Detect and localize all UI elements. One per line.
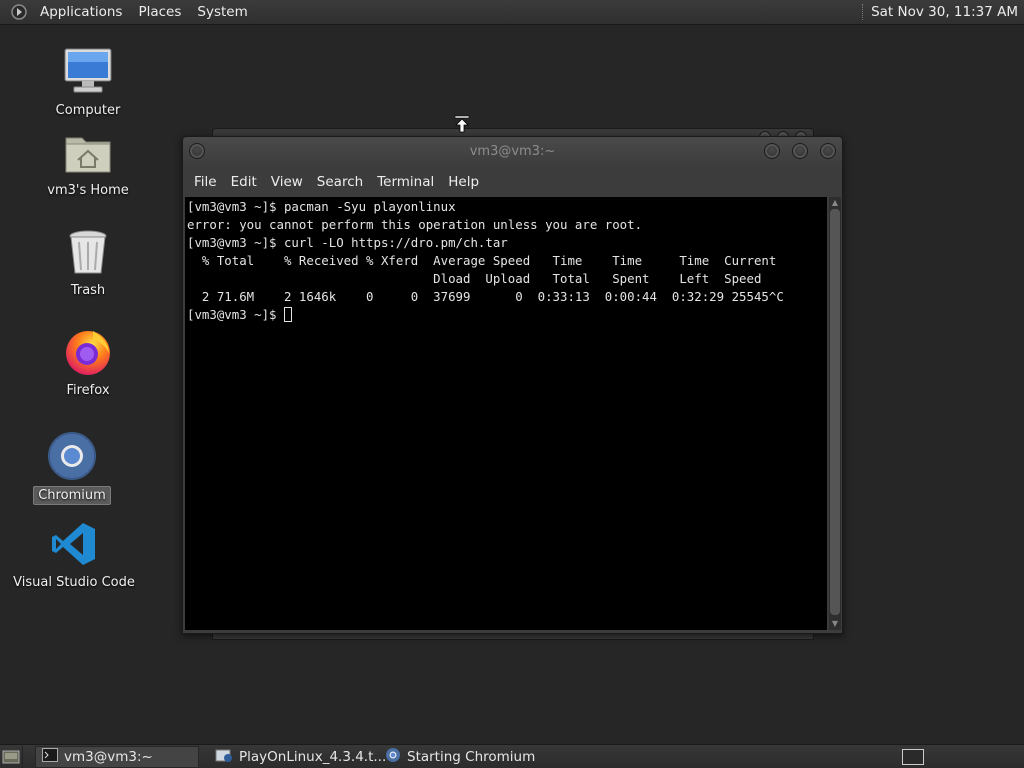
window-controls: [764, 143, 836, 159]
chromium-icon: [44, 428, 100, 484]
desktop-icon-firefox[interactable]: Firefox: [28, 324, 148, 399]
menu-view[interactable]: View: [264, 174, 310, 190]
taskbar-item-chromium[interactable]: Starting Chromium: [379, 746, 549, 768]
mouse-pointer-icon: [454, 115, 470, 137]
chromium-icon: [385, 747, 401, 767]
desktop-icon-label: vm3's Home: [47, 183, 129, 198]
taskbar-item-label: Starting Chromium: [407, 748, 536, 765]
trash-icon: [60, 224, 116, 280]
close-icon[interactable]: [820, 143, 836, 159]
clock-area: Sat Nov 30, 11:37 AM: [862, 4, 1024, 20]
terminal-output[interactable]: [vm3@vm3 ~]$ pacman -Syu playonlinux err…: [185, 197, 827, 630]
taskbar-item-playonlinux[interactable]: PlayOnLinux_4.3.4.t...: [209, 746, 386, 768]
places-menu[interactable]: Places: [130, 4, 189, 20]
system-menu[interactable]: System: [189, 4, 255, 20]
menu-search[interactable]: Search: [310, 174, 370, 190]
vscode-icon: [46, 516, 102, 572]
desktop-icon-trash[interactable]: Trash: [28, 224, 148, 299]
minimize-icon[interactable]: [764, 143, 780, 159]
top-panel: Applications Places System Sat Nov 30, 1…: [0, 0, 1024, 25]
window-title: vm3@vm3:~: [469, 144, 556, 159]
scroll-down-icon[interactable]: ▼: [830, 619, 840, 629]
scrollbar-thumb[interactable]: [830, 209, 840, 615]
desktop-icon-computer[interactable]: Computer: [28, 44, 148, 119]
desktop-icon-vscode[interactable]: Visual Studio Code: [13, 516, 135, 591]
desktop-icon-label: Chromium: [33, 486, 111, 505]
terminal-scrollbar[interactable]: ▲ ▼: [829, 197, 841, 630]
desktop-icon-chromium[interactable]: Chromium: [12, 428, 132, 505]
desktop-icon-home[interactable]: vm3's Home: [28, 124, 148, 199]
computer-icon: [60, 44, 116, 100]
text-cursor: [283, 307, 292, 322]
clock[interactable]: Sat Nov 30, 11:37 AM: [871, 4, 1018, 20]
terminal-line: [vm3@vm3 ~]$ pacman -Syu playonlinux: [187, 199, 456, 214]
terminal-prompt: [vm3@vm3 ~]$: [187, 307, 284, 322]
terminal-line: % Total % Received % Xferd Average Speed…: [187, 253, 777, 268]
terminal-line: Dload Upload Total Spent Left Speed: [187, 271, 762, 286]
scroll-up-icon[interactable]: ▲: [830, 198, 840, 208]
taskbar-item-label: vm3@vm3:~: [64, 748, 153, 765]
desktop-icon-label: Computer: [55, 103, 121, 118]
taskbar-item-terminal[interactable]: vm3@vm3:~: [35, 745, 199, 768]
menu-help[interactable]: Help: [441, 174, 486, 190]
terminal-line: error: you cannot perform this operation…: [187, 217, 643, 232]
menu-terminal[interactable]: Terminal: [370, 174, 441, 190]
terminal-line: [vm3@vm3 ~]$ curl -LO https://dro.pm/ch.…: [187, 235, 508, 250]
terminal-icon: [42, 747, 58, 766]
terminal-line: 2 71.6M 2 1646k 0 0 37699 0 0:33:13 0:00…: [187, 289, 784, 304]
home-folder-icon: [60, 124, 116, 180]
bottom-panel: vm3@vm3:~ PlayOnLinux_4.3.4.t... Startin…: [0, 744, 1024, 768]
desktop-icon-label: Trash: [70, 283, 106, 298]
maximize-icon[interactable]: [792, 143, 808, 159]
terminal-text: [vm3@vm3 ~]$ pacman -Syu playonlinux err…: [185, 197, 827, 324]
workspace-switcher[interactable]: [902, 748, 924, 765]
desktop-icon-label: Visual Studio Code: [13, 575, 135, 590]
firefox-icon: [60, 324, 116, 380]
applications-menu[interactable]: Applications: [32, 4, 130, 20]
terminal-window[interactable]: vm3@vm3:~ File Edit View Search Terminal…: [182, 136, 843, 634]
desktop-icon-label: Firefox: [66, 383, 110, 398]
taskbar-item-label: PlayOnLinux_4.3.4.t...: [239, 748, 387, 765]
terminal-menubar: File Edit View Search Terminal Help: [183, 171, 842, 193]
panel-separator: [862, 4, 865, 20]
show-desktop-icon[interactable]: [0, 745, 23, 768]
window-titlebar[interactable]: vm3@vm3:~: [183, 137, 842, 167]
applications-menu-icon[interactable]: [10, 3, 28, 21]
menu-file[interactable]: File: [187, 174, 224, 190]
menu-edit[interactable]: Edit: [224, 174, 264, 190]
archive-icon: [215, 747, 233, 767]
